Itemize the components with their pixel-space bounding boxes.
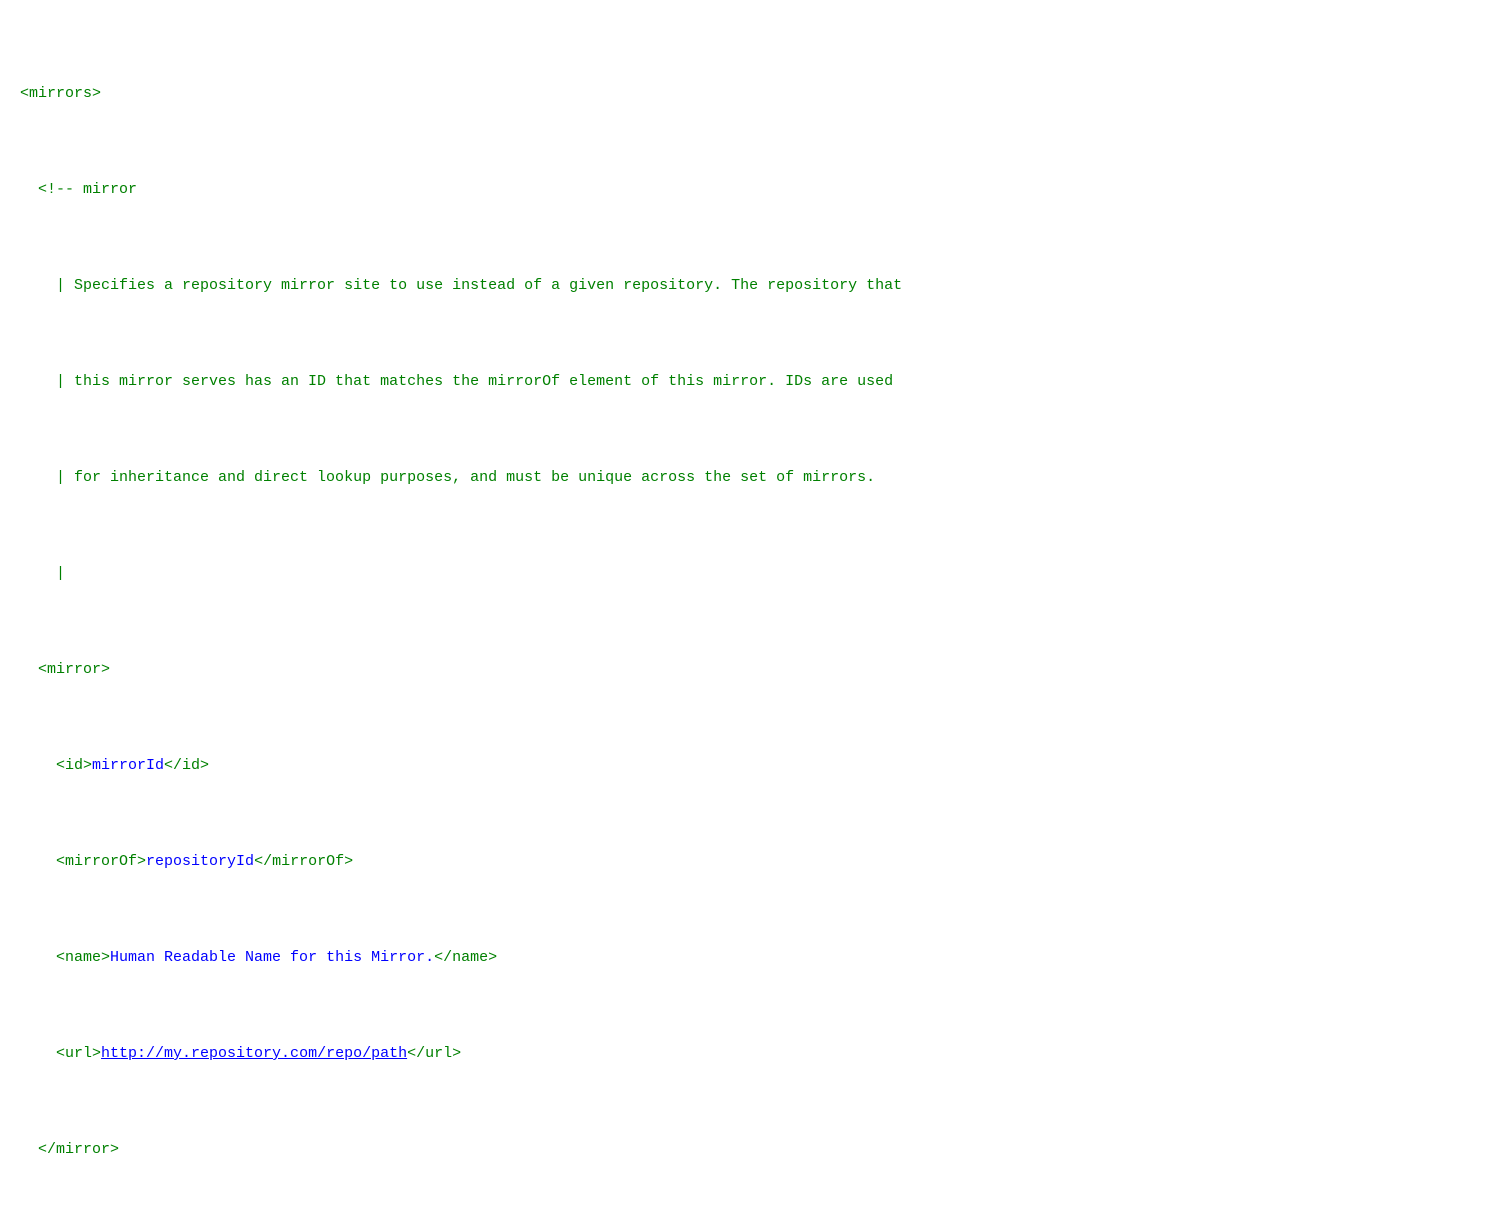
url-link[interactable]: http://my.repository.com/repo/path [101, 1045, 407, 1062]
tag-name-open: <name> [56, 949, 110, 966]
line-name: <name>Human Readable Name for this Mirro… [20, 946, 1484, 970]
comment-open: <!-- mirror [38, 181, 137, 198]
line-mirrors-open: <mirrors> [20, 82, 1484, 106]
comment-pipe-4: | [56, 565, 65, 582]
tag-mirror-open: <mirror> [38, 661, 110, 678]
tag-mirrors-open: <mirrors> [20, 85, 101, 102]
line-comment-open: <!-- mirror [20, 178, 1484, 202]
line-comment-4: | [20, 562, 1484, 586]
line-comment-3: | for inheritance and direct lookup purp… [20, 466, 1484, 490]
tag-mirror-close: </mirror> [38, 1141, 119, 1158]
tag-url-close: </url> [407, 1045, 461, 1062]
tag-mirrorof-close: </mirrorOf> [254, 853, 353, 870]
line-mirror-close: </mirror> [20, 1138, 1484, 1162]
line-comment-1: | Specifies a repository mirror site to … [20, 274, 1484, 298]
tag-mirrorof-open: <mirrorOf> [56, 853, 146, 870]
id-value: mirrorId [92, 757, 164, 774]
code-block: <mirrors> <!-- mirror | Specifies a repo… [20, 10, 1484, 1212]
tag-name-close: </name> [434, 949, 497, 966]
tag-id-close: </id> [164, 757, 209, 774]
name-value: Human Readable Name for this Mirror. [110, 949, 434, 966]
line-comment-2: | this mirror serves has an ID that matc… [20, 370, 1484, 394]
line-url: <url>http://my.repository.com/repo/path<… [20, 1042, 1484, 1066]
comment-pipe-1: | Specifies a repository mirror site to … [56, 277, 902, 294]
comment-pipe-3: | for inheritance and direct lookup purp… [56, 469, 875, 486]
line-mirror-open: <mirror> [20, 658, 1484, 682]
tag-id-open: <id> [56, 757, 92, 774]
line-id: <id>mirrorId</id> [20, 754, 1484, 778]
comment-pipe-2: | this mirror serves has an ID that matc… [56, 373, 893, 390]
mirrorof-value: repositoryId [146, 853, 254, 870]
tag-url-open: <url> [56, 1045, 101, 1062]
line-mirrorof: <mirrorOf>repositoryId</mirrorOf> [20, 850, 1484, 874]
